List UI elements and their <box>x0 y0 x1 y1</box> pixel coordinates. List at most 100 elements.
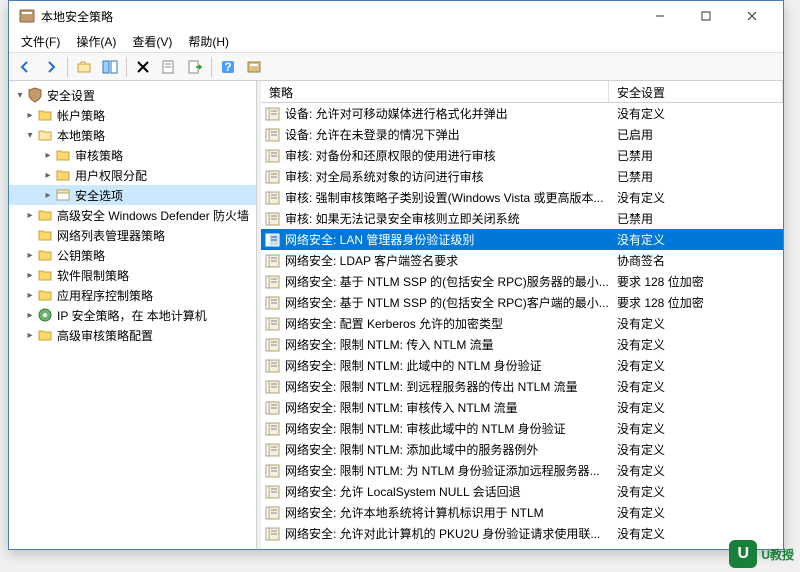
policy-row[interactable]: 网络安全: LAN 管理器身份验证级别没有定义 <box>261 229 783 250</box>
policy-row[interactable]: 网络安全: 允许本地系统将计算机标识用于 NTLM没有定义 <box>261 502 783 523</box>
policy-setting: 已禁用 <box>611 168 783 185</box>
policy-row[interactable]: 网络安全: 限制 NTLM: 到远程服务器的传出 NTLM 流量没有定义 <box>261 376 783 397</box>
twisty-icon[interactable]: ▸ <box>41 188 55 202</box>
column-policy[interactable]: 策略 <box>261 81 609 102</box>
list-body[interactable]: 设备: 允许对可移动媒体进行格式化并弹出没有定义设备: 允许在未登录的情况下弹出… <box>261 103 783 549</box>
tree-label: 软件限制策略 <box>57 267 129 284</box>
twisty-icon[interactable]: ▸ <box>23 308 37 322</box>
policy-setting: 没有定义 <box>611 315 783 332</box>
back-button[interactable] <box>13 55 37 79</box>
tree-item[interactable]: ▸应用程序控制策略 <box>9 285 256 305</box>
tree-item[interactable]: ▸ 用户权限分配 <box>9 165 256 185</box>
policy-row[interactable]: 网络安全: 限制 NTLM: 传入 NTLM 流量没有定义 <box>261 334 783 355</box>
twisty-icon[interactable]: ▸ <box>41 168 55 182</box>
policy-icon <box>265 149 281 163</box>
policy-icon <box>265 401 281 415</box>
tree-root[interactable]: ▾安全设置 <box>9 85 256 105</box>
twisty-icon[interactable]: ▸ <box>23 328 37 342</box>
policy-row[interactable]: 网络安全: LDAP 客户端签名要求协商签名 <box>261 250 783 271</box>
policy-name: 网络安全: 限制 NTLM: 为 NTLM 身份验证添加远程服务器... <box>285 462 611 479</box>
folder-icon <box>37 247 53 263</box>
close-button[interactable] <box>729 1 775 31</box>
twisty-icon[interactable]: ▾ <box>23 128 37 142</box>
policy-name: 网络安全: 限制 NTLM: 审核传入 NTLM 流量 <box>285 399 611 416</box>
menubar: 文件(F) 操作(A) 查看(V) 帮助(H) <box>9 31 783 53</box>
tree-item[interactable]: ▸ IP 安全策略，在 本地计算机 <box>9 305 256 325</box>
tree-item[interactable]: ▸安全选项 <box>9 185 256 205</box>
twisty-icon[interactable]: ▸ <box>23 208 37 222</box>
folder-icon <box>37 327 53 343</box>
export-button[interactable] <box>183 55 207 79</box>
app-window: 本地安全策略 文件(F) 操作(A) 查看(V) 帮助(H) ? ▾安全设置▸帐… <box>8 0 784 550</box>
tree-item[interactable]: ▸审核策略 <box>9 145 256 165</box>
policy-setting: 没有定义 <box>611 357 783 374</box>
folder-icon <box>37 127 53 143</box>
minimize-button[interactable] <box>637 1 683 31</box>
menu-file[interactable]: 文件(F) <box>13 31 68 52</box>
refresh-button[interactable] <box>242 55 266 79</box>
tree-item[interactable]: ▸ 软件限制策略 <box>9 265 256 285</box>
tree-item[interactable]: ▸公钥策略 <box>9 245 256 265</box>
policy-setting: 已禁用 <box>611 210 783 227</box>
delete-button[interactable] <box>131 55 155 79</box>
policy-row[interactable]: 网络安全: 基于 NTLM SSP 的(包括安全 RPC)服务器的最小...要求… <box>261 271 783 292</box>
policy-icon <box>265 191 281 205</box>
tree-label: 用户权限分配 <box>75 167 147 184</box>
twisty-icon[interactable]: ▸ <box>41 148 55 162</box>
policy-name: 网络安全: 允许对此计算机的 PKU2U 身份验证请求使用联... <box>285 525 611 542</box>
policy-name: 设备: 允许在未登录的情况下弹出 <box>285 126 611 143</box>
app-icon <box>19 8 35 24</box>
properties-button[interactable] <box>157 55 181 79</box>
twisty-icon[interactable]: ▸ <box>23 108 37 122</box>
menu-help[interactable]: 帮助(H) <box>180 31 237 52</box>
column-setting[interactable]: 安全设置 <box>609 81 783 102</box>
policy-setting: 要求 128 位加密 <box>611 273 783 290</box>
policy-icon <box>265 527 281 541</box>
tree-item[interactable]: ▸高级审核策略配置 <box>9 325 256 345</box>
policy-setting: 没有定义 <box>611 420 783 437</box>
policy-setting: 没有定义 <box>611 231 783 248</box>
policy-name: 设备: 允许对可移动媒体进行格式化并弹出 <box>285 105 611 122</box>
policy-row[interactable]: 网络安全: 限制 NTLM: 审核传入 NTLM 流量没有定义 <box>261 397 783 418</box>
policy-name: 审核: 对全局系统对象的访问进行审核 <box>285 168 611 185</box>
twisty-icon[interactable]: ▸ <box>23 268 37 282</box>
policy-icon <box>265 359 281 373</box>
list-header: 策略 安全设置 <box>261 81 783 103</box>
titlebar[interactable]: 本地安全策略 <box>9 1 783 31</box>
policy-row[interactable]: 审核: 强制审核策略子类别设置(Windows Vista 或更高版本...没有… <box>261 187 783 208</box>
policy-setting: 没有定义 <box>611 105 783 122</box>
maximize-button[interactable] <box>683 1 729 31</box>
policy-row[interactable]: 设备: 允许对可移动媒体进行格式化并弹出没有定义 <box>261 103 783 124</box>
policy-row[interactable]: 网络安全: 限制 NTLM: 添加此域中的服务器例外没有定义 <box>261 439 783 460</box>
policy-name: 网络安全: 配置 Kerberos 允许的加密类型 <box>285 315 611 332</box>
twisty-icon[interactable]: ▸ <box>23 248 37 262</box>
policy-row[interactable]: 审核: 对全局系统对象的访问进行审核已禁用 <box>261 166 783 187</box>
tree-item[interactable]: ▸高级安全 Windows Defender 防火墙 <box>9 205 256 225</box>
tree-item[interactable]: ▸帐户策略 <box>9 105 256 125</box>
policy-row[interactable]: 设备: 允许在未登录的情况下弹出已启用 <box>261 124 783 145</box>
policy-icon <box>265 422 281 436</box>
twisty-icon[interactable]: ▸ <box>23 288 37 302</box>
policy-row[interactable]: 网络安全: 限制 NTLM: 为 NTLM 身份验证添加远程服务器...没有定义 <box>261 460 783 481</box>
policy-row[interactable]: 网络安全: 配置 Kerberos 允许的加密类型没有定义 <box>261 313 783 334</box>
policy-row[interactable]: 网络安全: 限制 NTLM: 此域中的 NTLM 身份验证没有定义 <box>261 355 783 376</box>
tree-item[interactable]: 网络列表管理器策略 <box>9 225 256 245</box>
up-button[interactable] <box>72 55 96 79</box>
tree-label: IP 安全策略，在 本地计算机 <box>57 307 207 324</box>
policy-row[interactable]: 审核: 如果无法记录安全审核则立即关闭系统已禁用 <box>261 208 783 229</box>
show-hide-tree-button[interactable] <box>98 55 122 79</box>
menu-view[interactable]: 查看(V) <box>124 31 180 52</box>
help-button[interactable]: ? <box>216 55 240 79</box>
policy-row[interactable]: 网络安全: 限制 NTLM: 审核此域中的 NTLM 身份验证没有定义 <box>261 418 783 439</box>
policy-row[interactable]: 审核: 对备份和还原权限的使用进行审核已禁用 <box>261 145 783 166</box>
tree-pane[interactable]: ▾安全设置▸帐户策略▾本地策略▸审核策略▸用户权限分配▸安全选项▸高级安全 Wi… <box>9 81 257 549</box>
policy-row[interactable]: 网络安全: 允许 LocalSystem NULL 会话回退没有定义 <box>261 481 783 502</box>
tree-item[interactable]: ▾本地策略 <box>9 125 256 145</box>
policy-icon <box>265 317 281 331</box>
policy-icon <box>265 233 281 247</box>
menu-action[interactable]: 操作(A) <box>68 31 124 52</box>
policy-row[interactable]: 网络安全: 允许对此计算机的 PKU2U 身份验证请求使用联...没有定义 <box>261 523 783 544</box>
policy-setting: 已禁用 <box>611 147 783 164</box>
forward-button[interactable] <box>39 55 63 79</box>
policy-row[interactable]: 网络安全: 基于 NTLM SSP 的(包括安全 RPC)客户端的最小...要求… <box>261 292 783 313</box>
